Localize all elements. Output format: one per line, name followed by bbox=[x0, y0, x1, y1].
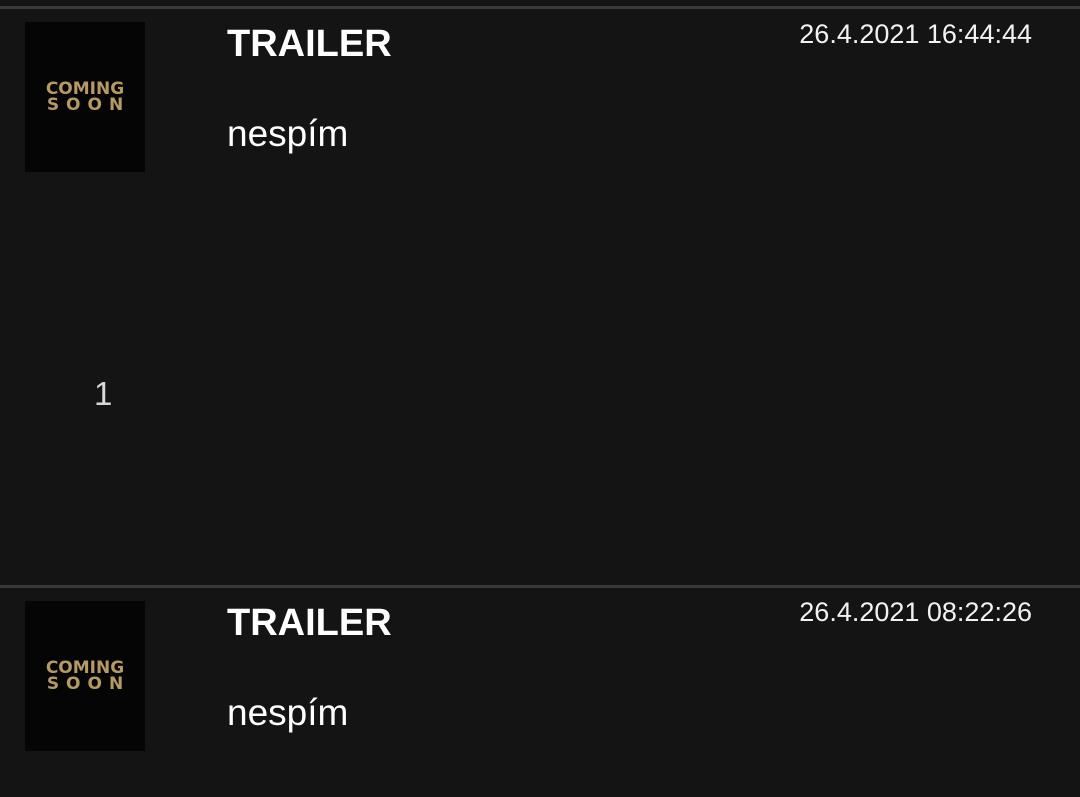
poster-thumbnail[interactable]: COMING SOON bbox=[25, 22, 145, 172]
poster-thumbnail[interactable]: COMING SOON bbox=[25, 601, 145, 751]
list-item[interactable]: COMING SOON TRAILER 26.4.2021 08:22:26 n… bbox=[0, 588, 1080, 797]
item-comment: nespím bbox=[227, 692, 349, 733]
poster-text-line2: SOON bbox=[46, 95, 131, 115]
item-title: TRAILER bbox=[227, 23, 392, 65]
poster-text-line2: SOON bbox=[46, 674, 131, 694]
comment-list: COMING SOON TRAILER 26.4.2021 16:44:44 n… bbox=[0, 0, 1080, 797]
item-timestamp: 26.4.2021 16:44:44 bbox=[799, 19, 1032, 49]
item-timestamp: 26.4.2021 08:22:26 bbox=[799, 597, 1032, 627]
item-comment: nespím bbox=[227, 113, 349, 154]
item-title: TRAILER bbox=[227, 602, 392, 644]
list-item[interactable]: COMING SOON TRAILER 26.4.2021 16:44:44 n… bbox=[0, 9, 1080, 585]
item-count: 1 bbox=[94, 375, 113, 412]
